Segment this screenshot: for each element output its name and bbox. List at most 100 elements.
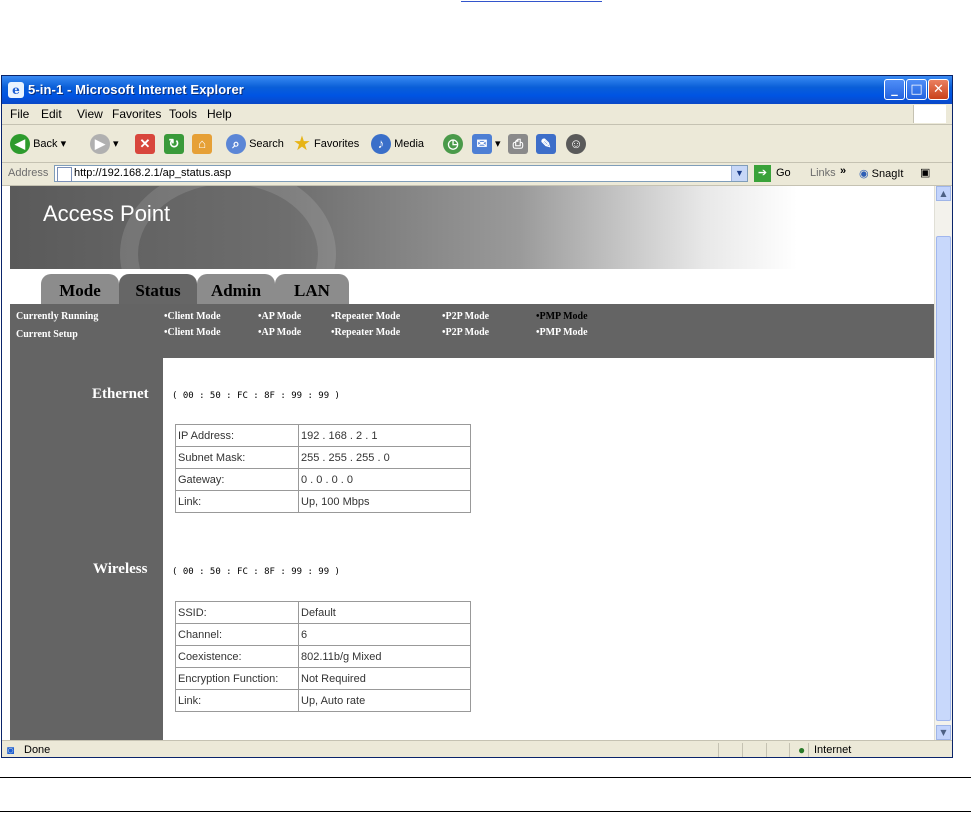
tab-lan[interactable]: LAN: [275, 274, 349, 304]
ethernet-mask-value: 255 . 255 . 255 . 0: [298, 446, 471, 469]
address-bar: Address http://192.168.2.1/ap_status.asp…: [2, 163, 952, 186]
scroll-thumb[interactable]: [936, 236, 951, 721]
status-bar: ◙ Done ● Internet: [2, 740, 952, 757]
wireless-ssid-label: SSID:: [175, 601, 299, 624]
stop-button[interactable]: ✕: [135, 133, 155, 155]
banner-title: Access Point: [43, 201, 171, 226]
back-arrow-icon: ◀: [10, 134, 30, 155]
edit-button[interactable]: ✎: [536, 133, 556, 155]
snagit-button[interactable]: ◉ SnagIt: [859, 167, 903, 180]
tab-mode[interactable]: Mode: [41, 274, 119, 304]
address-dropdown-icon[interactable]: ▼: [731, 166, 747, 181]
wireless-mac: ( 00 : 50 : FC : 8F : 99 : 99 ): [172, 567, 340, 577]
messenger-button[interactable]: ☺: [566, 133, 586, 155]
menu-help[interactable]: Help: [207, 107, 232, 121]
back-button[interactable]: ◀ Back ▾: [10, 133, 66, 155]
table-row: IP Address: 192 . 168 . 2 . 1: [175, 424, 471, 447]
go-arrow-icon[interactable]: ➔: [754, 165, 771, 182]
refresh-button[interactable]: ↻: [164, 133, 184, 155]
minimize-button[interactable]: _: [884, 79, 905, 100]
status-divider: [808, 743, 809, 757]
history-button[interactable]: ◷: [443, 133, 463, 155]
go-button[interactable]: Go: [776, 167, 791, 179]
currently-running-label: Currently Running: [16, 311, 99, 322]
nav-tabs: Mode Status Admin LAN: [10, 269, 936, 304]
scroll-down-icon[interactable]: ▼: [936, 725, 951, 740]
footer-rule-bottom: [0, 811, 971, 812]
maximize-button[interactable]: □: [906, 79, 927, 100]
mail-icon: ✉: [472, 134, 492, 155]
wireless-heading: Wireless: [93, 561, 148, 577]
favorites-button[interactable]: ★ Favorites: [293, 133, 359, 155]
current-setup-label: Current Setup: [16, 329, 78, 340]
ethernet-table: IP Address: 192 . 168 . 2 . 1 Subnet Mask…: [175, 424, 471, 513]
close-button[interactable]: ✕: [928, 79, 949, 100]
table-row: Encryption Function: Not Required: [175, 667, 471, 690]
top-link-underline: [461, 0, 602, 2]
wireless-table: SSID: Default Channel: 6 Coexistence: 802.1…: [175, 601, 471, 712]
ethernet-heading: Ethernet: [92, 386, 149, 402]
messenger-icon: ☺: [566, 134, 586, 155]
address-url: http://192.168.2.1/ap_status.asp: [74, 167, 232, 179]
menu-file[interactable]: File: [10, 107, 29, 121]
title-bar: e 5-in-1 - Microsoft Internet Explorer _…: [2, 76, 952, 104]
ethernet-ip-label: IP Address:: [175, 424, 299, 447]
tab-admin[interactable]: Admin: [197, 274, 275, 304]
forward-button[interactable]: ▶ ▾: [90, 133, 119, 155]
page-icon: [57, 167, 72, 182]
media-button[interactable]: ♪ Media: [371, 133, 424, 155]
left-column: [10, 358, 163, 740]
search-icon: ⌕: [226, 134, 246, 155]
table-row: Gateway: 0 . 0 . 0 . 0: [175, 468, 471, 491]
snagit-window-icon[interactable]: ▣: [920, 166, 930, 179]
windows-flag-icon: [913, 105, 946, 123]
edit-icon: ✎: [536, 134, 556, 155]
links-label[interactable]: Links: [810, 167, 836, 179]
status-divider: [766, 743, 767, 757]
print-icon: ⎙: [508, 134, 528, 155]
links-more-icon[interactable]: »: [840, 165, 846, 177]
menu-favorites[interactable]: Favorites: [112, 107, 161, 121]
menu-edit[interactable]: Edit: [41, 107, 62, 121]
wireless-channel-label: Channel:: [175, 623, 299, 646]
page-done-icon: ◙: [7, 743, 15, 757]
wireless-encryption-value: Not Required: [298, 667, 471, 690]
wireless-coexistence-value: 802.11b/g Mixed: [298, 645, 471, 668]
table-row: Channel: 6: [175, 623, 471, 646]
running-pmp-mode: •PMP Mode: [536, 311, 588, 322]
print-button[interactable]: ⎙: [508, 133, 528, 155]
table-row: SSID: Default: [175, 601, 471, 624]
forward-arrow-icon: ▶: [90, 134, 110, 155]
tab-status[interactable]: Status: [119, 274, 197, 304]
wireless-link-value: Up, Auto rate: [298, 689, 471, 712]
wireless-link-label: Link:: [175, 689, 299, 712]
ethernet-link-value: Up, 100 Mbps: [298, 490, 471, 513]
history-icon: ◷: [443, 134, 463, 155]
running-ap-mode: •AP Mode: [258, 311, 302, 322]
scroll-up-icon[interactable]: ▲: [936, 186, 951, 201]
ethernet-link-label: Link:: [175, 490, 299, 513]
menu-view[interactable]: View: [77, 107, 103, 121]
search-button[interactable]: ⌕ Search: [226, 133, 284, 155]
ethernet-mac: ( 00 : 50 : FC : 8F : 99 : 99 ): [172, 391, 340, 401]
menu-bar: File Edit View Favorites Tools Help: [2, 104, 952, 125]
table-row: Subnet Mask: 255 . 255 . 255 . 0: [175, 446, 471, 469]
vertical-scrollbar[interactable]: ▲ ▼: [934, 186, 952, 740]
window-title: 5-in-1 - Microsoft Internet Explorer: [28, 82, 244, 97]
footer-rule-top: [0, 777, 971, 778]
media-icon: ♪: [371, 134, 391, 155]
wireless-channel-value: 6: [298, 623, 471, 646]
stop-icon: ✕: [135, 134, 155, 155]
home-button[interactable]: ⌂: [192, 133, 212, 155]
menu-tools[interactable]: Tools: [169, 107, 197, 121]
mail-button[interactable]: ✉ ▾: [472, 133, 501, 155]
address-input[interactable]: http://192.168.2.1/ap_status.asp ▼: [54, 165, 748, 182]
wireless-encryption-label: Encryption Function:: [175, 667, 299, 690]
setup-p2p-mode: •P2P Mode: [442, 327, 490, 338]
setup-client-mode: •Client Mode: [164, 327, 221, 338]
status-text: Done: [24, 744, 51, 756]
globe-icon: ●: [798, 743, 806, 757]
snagit-icon: ◉: [859, 168, 869, 180]
ie-icon: e: [8, 82, 24, 98]
setup-pmp-mode: •PMP Mode: [536, 327, 588, 338]
